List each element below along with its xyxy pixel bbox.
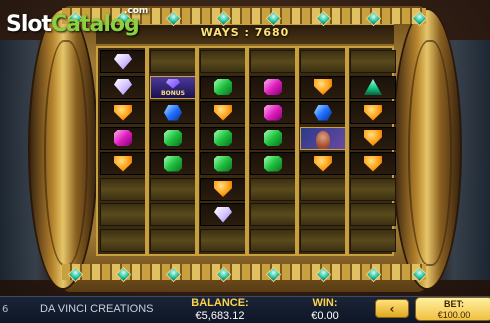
reel-cell (350, 203, 396, 226)
drum-left-endcap (28, 8, 98, 290)
reel-cell (150, 177, 196, 201)
reel-cell (150, 50, 196, 73)
ways-counter: WAYS : 7680 (200, 26, 290, 39)
reel-separator (245, 46, 249, 256)
reel-cell (100, 203, 146, 226)
left-counter: 6 (2, 304, 9, 315)
emerald-gem-icon (214, 79, 232, 95)
reel-cell (150, 228, 196, 252)
reel-cell (350, 228, 396, 252)
balance-value: €5,683.12 (195, 310, 245, 322)
reel-cell (250, 203, 296, 226)
bonus-symbol: BONUS (150, 75, 196, 99)
reel-separator (345, 46, 349, 256)
slotcatalog-logo: SlotCatalog .com (6, 6, 148, 37)
win-label: WIN: (312, 297, 338, 309)
win-value: €0.00 (311, 310, 339, 322)
reel-cell (250, 177, 296, 201)
reel-cell (200, 50, 246, 73)
emerald-gem-icon (164, 130, 182, 146)
portrait-face-icon (316, 130, 330, 149)
reel-separator (195, 46, 199, 256)
balance-display: BALANCE: €5,683.12 (180, 298, 260, 323)
game-scene: WAYS : 7680 BONUS (0, 0, 490, 296)
portrait-wild-symbol (300, 126, 346, 150)
bet-decrease-button[interactable]: ‹ (375, 299, 409, 318)
bet-label: BET: (444, 299, 464, 309)
reel-cell (300, 177, 346, 201)
emerald-gem-icon (264, 130, 282, 146)
balance-label: BALANCE: (191, 297, 249, 309)
bet-button[interactable]: BET: €100.00 (415, 297, 490, 321)
pink-gem-icon (114, 130, 132, 146)
bonus-label: BONUS (161, 89, 185, 97)
reel-cell (300, 50, 346, 73)
logo-slot-text: Slot (6, 12, 52, 37)
reel-separator (145, 46, 149, 256)
pink-gem-icon (264, 79, 282, 95)
reel-cell (300, 228, 346, 252)
emerald-gem-icon (264, 155, 282, 172)
provider-name: DA VINCI CREATIONS (40, 303, 154, 315)
reel-cell (300, 203, 346, 226)
drum-right-endcap (392, 8, 462, 290)
reel-cell (100, 228, 146, 252)
emerald-gem-icon (164, 155, 182, 172)
logo-com-text: .com (124, 6, 149, 16)
emerald-gem-icon (214, 155, 232, 172)
reel-cell (250, 50, 296, 73)
bonus-gem-icon (166, 78, 180, 89)
reel-cell (350, 177, 396, 201)
reel-cell (200, 228, 246, 252)
reel-cell (150, 203, 196, 226)
emerald-gem-icon (214, 130, 232, 146)
reel-cell (100, 177, 146, 201)
reel-separator (295, 46, 299, 256)
reel-cell (250, 228, 296, 252)
pink-gem-icon (264, 104, 282, 121)
win-display: WIN: €0.00 (295, 298, 355, 323)
reel-cell (350, 50, 396, 73)
bet-value: €100.00 (437, 310, 471, 320)
